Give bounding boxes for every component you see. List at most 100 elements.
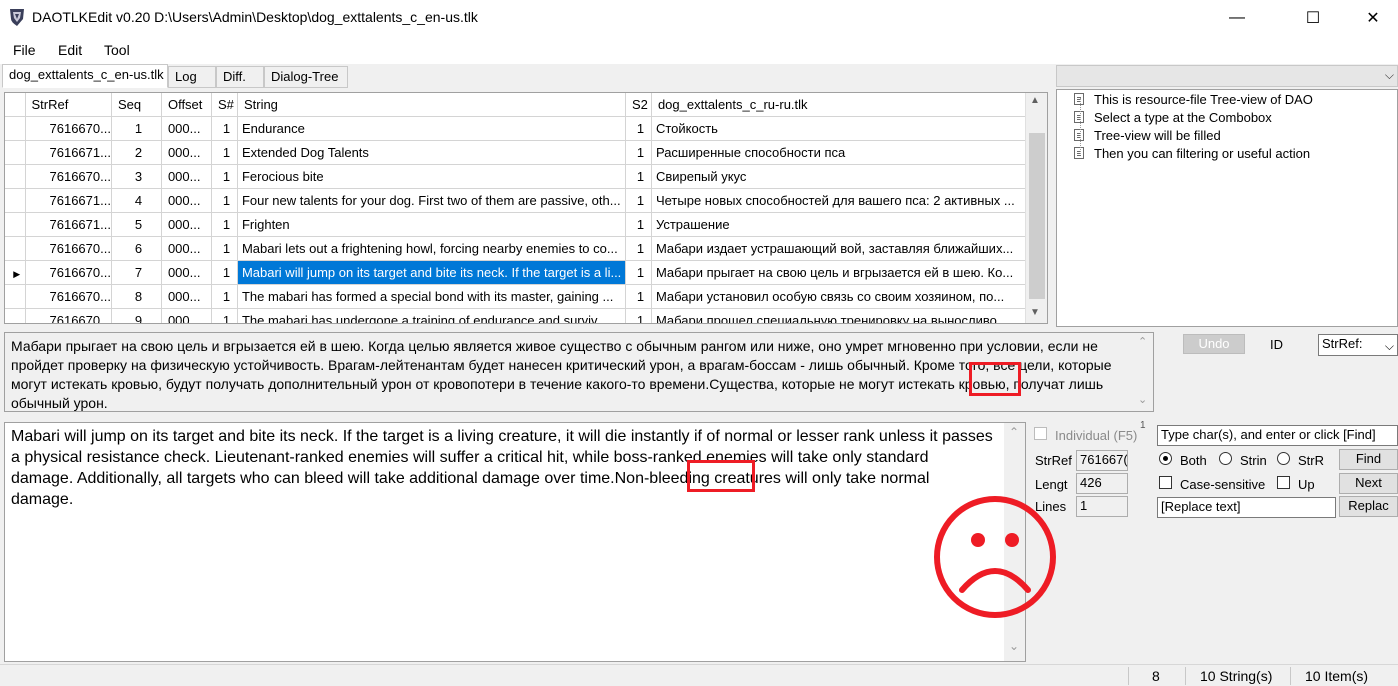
- cell-snum[interactable]: 1: [211, 260, 238, 285]
- scroll-down-icon[interactable]: ⌄: [1009, 639, 1019, 653]
- minimize-button[interactable]: —: [1214, 0, 1260, 36]
- cell-s2[interactable]: 1: [625, 188, 652, 213]
- column-header-string[interactable]: String: [237, 93, 626, 117]
- cell-snum[interactable]: 1: [211, 116, 238, 141]
- cell-seq[interactable]: 5: [111, 212, 162, 237]
- cell-string[interactable]: Mabari will jump on its target and bite …: [237, 260, 626, 285]
- row-header[interactable]: [5, 236, 26, 261]
- cell-offset[interactable]: 000...: [161, 260, 212, 285]
- scroll-down-icon[interactable]: ▼: [1030, 307, 1040, 318]
- cell-strref[interactable]: 7616670...: [25, 164, 112, 189]
- cell-string[interactable]: Four new talents for your dog. First two…: [237, 188, 626, 213]
- cell-ru[interactable]: Четыре новых способностей для вашего пса…: [651, 188, 1042, 213]
- tree-item[interactable]: Select a type at the Combobox: [1074, 108, 1272, 126]
- tab-diff[interactable]: Diff.: [216, 66, 264, 88]
- cell-snum[interactable]: 1: [211, 212, 238, 237]
- en-text-editor[interactable]: Mabari will jump on its target and bite …: [4, 422, 1026, 662]
- individual-checkbox[interactable]: [1034, 427, 1047, 440]
- cell-offset[interactable]: 000...: [161, 284, 212, 309]
- cell-strref[interactable]: 7616670...: [25, 260, 112, 285]
- cell-snum[interactable]: 1: [211, 308, 238, 323]
- cell-strref[interactable]: 7616670...: [25, 284, 112, 309]
- cell-offset[interactable]: 000...: [161, 308, 212, 323]
- tab-log[interactable]: Log: [168, 66, 216, 88]
- row-header[interactable]: [5, 212, 26, 237]
- cell-seq[interactable]: 2: [111, 140, 162, 165]
- cell-strref[interactable]: 7616670...: [25, 116, 112, 141]
- grid-scroll-thumb[interactable]: [1029, 133, 1045, 299]
- lines-value-field[interactable]: 1: [1076, 496, 1128, 517]
- cell-string[interactable]: Ferocious bite: [237, 164, 626, 189]
- cell-seq[interactable]: 4: [111, 188, 162, 213]
- cell-ru[interactable]: Мабари установил особую связь со своим х…: [651, 284, 1042, 309]
- case-sensitive-checkbox[interactable]: [1159, 476, 1172, 489]
- menu-edit[interactable]: Edit: [58, 42, 82, 58]
- cell-s2[interactable]: 1: [625, 212, 652, 237]
- ru-text-scrollbar[interactable]: ⌃ ⌄: [1134, 333, 1153, 411]
- table-row[interactable]: 7616670... 8 000... 1 The mabari has formed …: [5, 284, 1042, 309]
- scroll-up-icon[interactable]: ▲: [1030, 95, 1040, 106]
- row-header[interactable]: [5, 140, 26, 165]
- cell-offset[interactable]: 000...: [161, 212, 212, 237]
- cell-string[interactable]: Extended Dog Talents: [237, 140, 626, 165]
- cell-seq[interactable]: 1: [111, 116, 162, 141]
- undo-button[interactable]: Undo: [1183, 334, 1245, 354]
- radio-both[interactable]: [1159, 452, 1172, 465]
- radio-strref[interactable]: [1277, 452, 1290, 465]
- resource-type-combobox[interactable]: ⌵: [1056, 65, 1398, 87]
- column-header-s2[interactable]: S2: [625, 93, 652, 117]
- cell-offset[interactable]: 000...: [161, 188, 212, 213]
- cell-strref[interactable]: 7616671...: [25, 212, 112, 237]
- column-header-ru-file[interactable]: dog_exttalents_c_ru-ru.tlk: [651, 93, 1042, 117]
- scroll-up-icon[interactable]: ⌃: [1138, 335, 1147, 348]
- grid-vertical-scrollbar[interactable]: ▲ ▼: [1025, 93, 1047, 323]
- length-value-field[interactable]: 426: [1076, 473, 1128, 494]
- cell-s2[interactable]: 1: [625, 284, 652, 309]
- cell-snum[interactable]: 1: [211, 164, 238, 189]
- row-header[interactable]: [5, 284, 26, 309]
- cell-snum[interactable]: 1: [211, 188, 238, 213]
- cell-snum[interactable]: 1: [211, 236, 238, 261]
- cell-seq[interactable]: 6: [111, 236, 162, 261]
- cell-ru[interactable]: Стойкость: [651, 116, 1042, 141]
- cell-offset[interactable]: 000...: [161, 140, 212, 165]
- table-row[interactable]: 7616671... 4 000... 1 Four new talents for y…: [5, 188, 1042, 213]
- cell-seq[interactable]: 3: [111, 164, 162, 189]
- cell-ru[interactable]: Мабари прыгает на свою цель и вгрызается…: [651, 260, 1042, 285]
- cell-seq[interactable]: 8: [111, 284, 162, 309]
- scroll-down-icon[interactable]: ⌄: [1138, 393, 1147, 406]
- cell-strref[interactable]: 7616670...: [25, 236, 112, 261]
- table-row[interactable]: ▶ 7616670... 7 000... 1 Mabari will jump on i…: [5, 260, 1042, 285]
- up-checkbox[interactable]: [1277, 476, 1290, 489]
- row-header[interactable]: ▶: [5, 260, 26, 285]
- cell-s2[interactable]: 1: [625, 260, 652, 285]
- cell-s2[interactable]: 1: [625, 308, 652, 323]
- cell-strref[interactable]: 7616671...: [25, 140, 112, 165]
- maximize-button[interactable]: ☐: [1290, 0, 1336, 36]
- table-row[interactable]: 7616670... 3 000... 1 Ferocious bite 1 Свирепы…: [5, 164, 1042, 189]
- search-input[interactable]: Type char(s), and enter or click [Find]: [1157, 425, 1398, 446]
- cell-s2[interactable]: 1: [625, 236, 652, 261]
- scroll-up-icon[interactable]: ⌃: [1009, 425, 1019, 439]
- column-header-strref[interactable]: StrRef: [25, 93, 112, 117]
- tree-item[interactable]: This is resource-file Tree-view of DAO: [1074, 90, 1313, 108]
- cell-s2[interactable]: 1: [625, 140, 652, 165]
- cell-strref[interactable]: 7616671...: [25, 188, 112, 213]
- replace-button[interactable]: Replac: [1339, 496, 1398, 517]
- row-header[interactable]: [5, 188, 26, 213]
- table-row[interactable]: 7616671... 2 000... 1 Extended Dog Talents 1 Р…: [5, 140, 1042, 165]
- column-header-snum[interactable]: S#: [211, 93, 238, 117]
- column-header-offset[interactable]: Offset: [161, 93, 212, 117]
- tree-item[interactable]: Then you can filtering or useful action: [1074, 144, 1310, 162]
- cell-strref[interactable]: 7616670...: [25, 308, 112, 323]
- cell-snum[interactable]: 1: [211, 284, 238, 309]
- replace-input[interactable]: [Replace text]: [1157, 497, 1336, 518]
- row-header[interactable]: [5, 308, 26, 323]
- cell-string[interactable]: Mabari lets out a frightening howl, forc…: [237, 236, 626, 261]
- cell-ru[interactable]: Свирепый укус: [651, 164, 1042, 189]
- menu-file[interactable]: File: [13, 42, 36, 58]
- cell-s2[interactable]: 1: [625, 116, 652, 141]
- column-header-seq[interactable]: Seq: [111, 93, 162, 117]
- cell-string[interactable]: Frighten: [237, 212, 626, 237]
- cell-ru[interactable]: Устрашение: [651, 212, 1042, 237]
